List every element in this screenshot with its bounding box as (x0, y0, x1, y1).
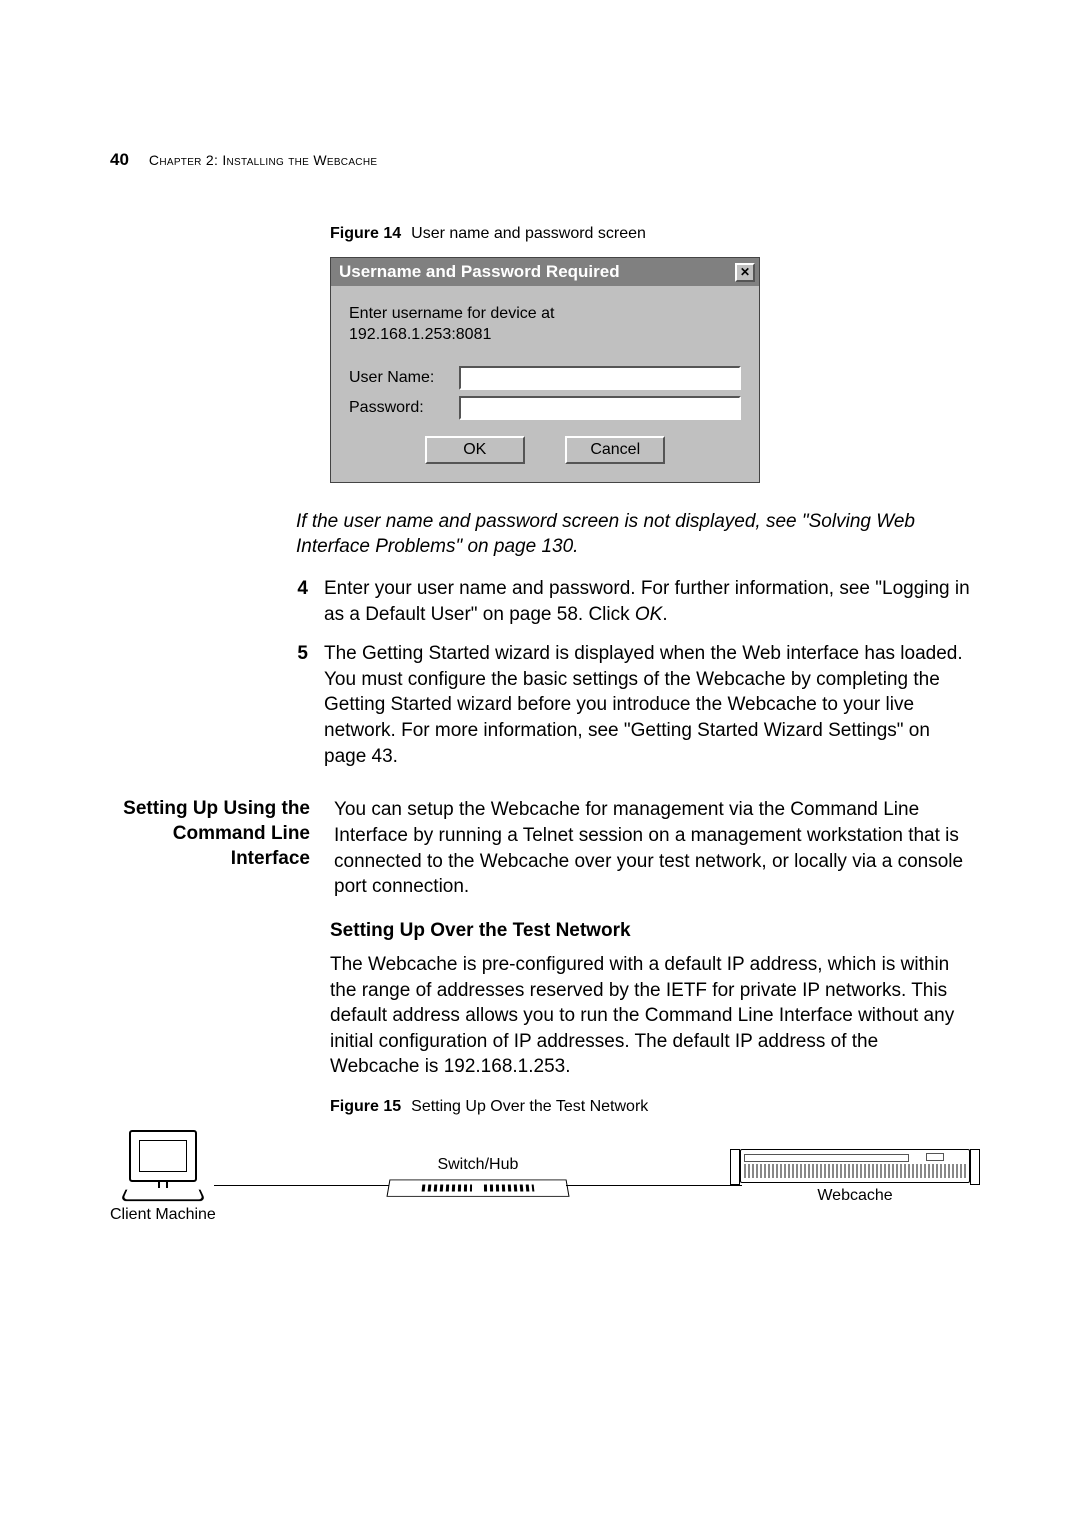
page-header: 40 Chapter 2: Installing the Webcache (110, 150, 970, 170)
monitor-icon (129, 1130, 197, 1182)
section-setting-up-cli: Setting Up Using the Command Line Interf… (110, 797, 970, 900)
test-network-paragraph: The Webcache is pre-configured with a de… (330, 952, 970, 1080)
dialog-message-line2: 192.168.1.253:8081 (349, 325, 741, 346)
cancel-button[interactable]: Cancel (565, 436, 665, 464)
info-note: If the user name and password screen is … (280, 509, 970, 560)
figure-15-text: Setting Up Over the Test Network (411, 1098, 648, 1115)
figure-14-text: User name and password screen (411, 225, 646, 242)
switch-ports-right (484, 1185, 534, 1192)
step-4-text: Enter your user name and password. For f… (324, 576, 970, 627)
password-input[interactable] (459, 396, 741, 420)
dialog-title: Username and Password Required (339, 262, 620, 282)
figure-15-caption: Figure 15 Setting Up Over the Test Networ… (330, 1098, 970, 1116)
step-4-ok-italic: OK (635, 604, 662, 625)
dialog-titlebar: Username and Password Required ✕ (331, 258, 759, 286)
chapter-title: Chapter 2: Installing the Webcache (149, 152, 377, 168)
webcache-label: Webcache (817, 1187, 892, 1205)
webcache-button-icon (926, 1153, 944, 1161)
monitor-stand (120, 1190, 206, 1202)
switch-ports-left (422, 1185, 472, 1192)
step-4: 4 Enter your user name and password. For… (290, 576, 970, 627)
client-machine-label: Client Machine (110, 1206, 216, 1224)
password-label: Password: (349, 399, 459, 417)
webcache-ear-right (970, 1149, 980, 1185)
figure-14-label: Figure 14 (330, 225, 401, 242)
webcache-ear-left (730, 1149, 740, 1185)
page-number: 40 (110, 150, 129, 170)
auth-dialog: Username and Password Required ✕ Enter u… (330, 257, 760, 483)
step-5-number: 5 (290, 641, 308, 769)
section-body: You can setup the Webcache for managemen… (334, 797, 970, 900)
step-5-text: The Getting Started wizard is displayed … (324, 641, 970, 769)
switch-graphic: Switch/Hub (388, 1156, 568, 1198)
cable-left (214, 1185, 390, 1186)
ok-button[interactable]: OK (425, 436, 525, 464)
cable-right (566, 1185, 742, 1186)
switch-icon (386, 1180, 569, 1197)
client-machine-graphic: Client Machine (110, 1130, 216, 1224)
info-note-text: If the user name and password screen is … (296, 509, 970, 560)
step-4-text-b: . (662, 604, 667, 625)
step-5: 5 The Getting Started wizard is displaye… (290, 641, 970, 769)
network-figure: Client Machine Switch/Hub Webcache (110, 1130, 970, 1224)
dialog-message: Enter username for device at 192.168.1.2… (349, 304, 741, 346)
dialog-message-line1: Enter username for device at (349, 304, 741, 325)
step-4-number: 4 (290, 576, 308, 627)
figure-14-caption: Figure 14 User name and password screen (330, 225, 970, 243)
webcache-graphic: Webcache (740, 1149, 970, 1205)
monitor-neck (158, 1182, 168, 1188)
subheading-test-network: Setting Up Over the Test Network (330, 920, 970, 942)
webcache-icon (740, 1149, 970, 1183)
switch-label: Switch/Hub (437, 1156, 518, 1174)
side-heading: Setting Up Using the Command Line Interf… (110, 797, 310, 900)
close-icon[interactable]: ✕ (735, 263, 755, 282)
figure-15-label: Figure 15 (330, 1098, 401, 1115)
username-input[interactable] (459, 366, 741, 390)
dialog-body: Enter username for device at 192.168.1.2… (331, 286, 759, 482)
username-label: User Name: (349, 369, 459, 387)
